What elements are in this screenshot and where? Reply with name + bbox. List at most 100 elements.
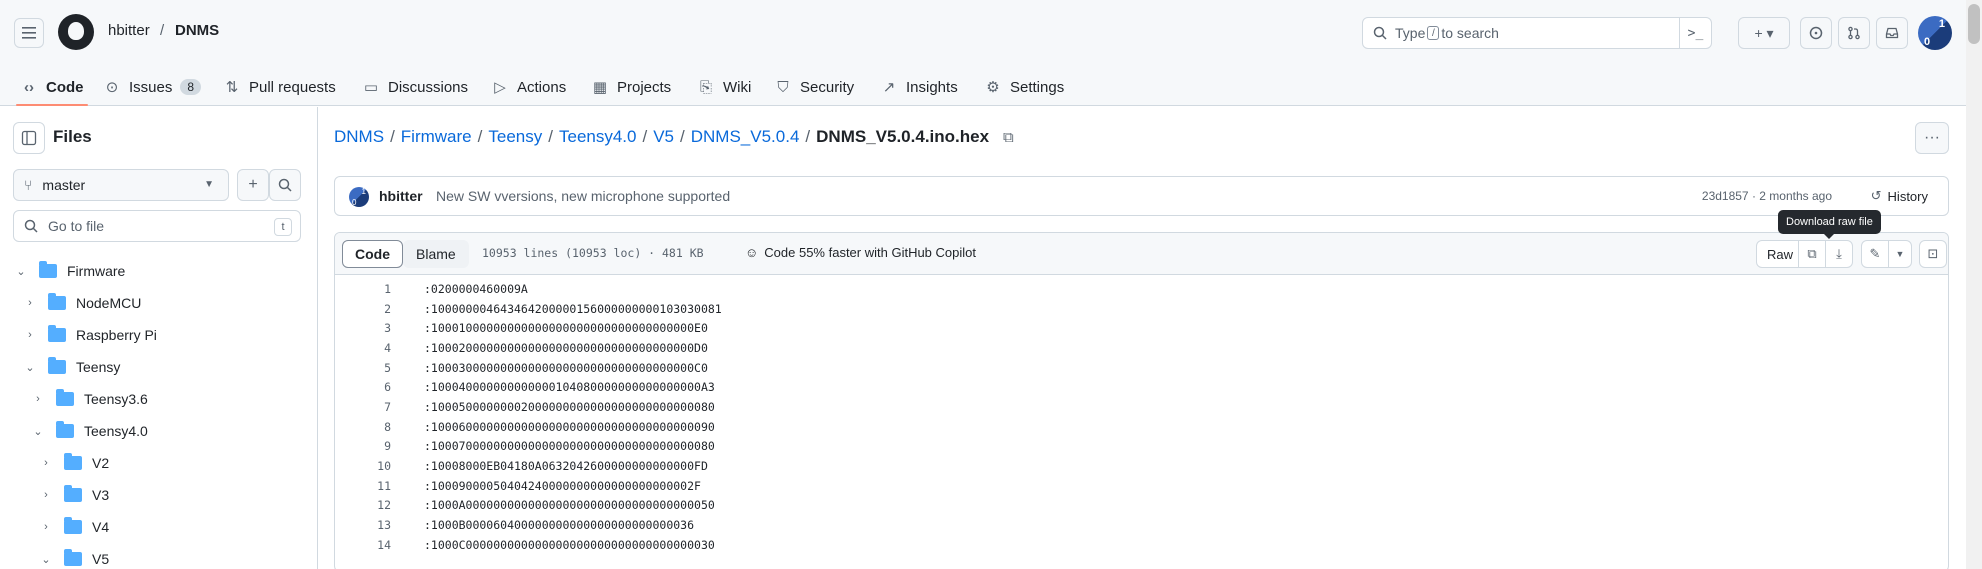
tree-folder-raspberry-pi[interactable]: › Raspberry Pi <box>22 320 157 350</box>
line-number[interactable]: 7 <box>335 400 391 414</box>
breadcrumb-link[interactable]: Teensy4.0 <box>559 127 637 147</box>
line-content: :1000B000060400000000000000000000000036 <box>424 518 695 533</box>
tab-security[interactable]: ⛉ Security <box>774 68 854 106</box>
commit-sha-and-date[interactable]: 23d1857 · 2 months ago <box>1702 189 1832 203</box>
commit-author-avatar[interactable]: 1 0 <box>349 187 369 207</box>
breadcrumb-link[interactable]: DNMS_V5.0.4 <box>691 127 800 147</box>
go-to-file-input[interactable]: Go to file t <box>13 210 301 242</box>
code-line: 6:10004000000000000010408000000000000000… <box>335 377 1948 397</box>
line-number[interactable]: 12 <box>335 498 391 512</box>
line-number[interactable]: 5 <box>335 361 391 375</box>
menu-button[interactable] <box>14 18 44 48</box>
edit-options-button[interactable]: ▼ <box>1888 240 1912 268</box>
folder-icon <box>64 453 82 470</box>
tab-settings-label: Settings <box>1010 78 1065 96</box>
kebab-horizontal-icon: ··· <box>1924 129 1940 146</box>
scrollbar-thumb[interactable] <box>1968 4 1980 44</box>
line-number[interactable]: 6 <box>335 380 391 394</box>
search-icon <box>1373 26 1387 40</box>
tree-folder-teensy40[interactable]: ⌄ Teensy4.0 <box>30 416 148 446</box>
tab-wiki[interactable]: ⎘ Wiki <box>697 68 751 106</box>
code-line: 7:10005000000002000000000000000000000000… <box>335 397 1948 417</box>
line-number[interactable]: 13 <box>335 518 391 532</box>
line-number[interactable]: 3 <box>335 321 391 335</box>
tab-code[interactable]: ‹› Code <box>16 68 87 106</box>
book-icon: ⎘ <box>699 78 712 96</box>
breadcrumb-separator: / <box>477 127 483 146</box>
code-view-button[interactable]: Code <box>342 240 403 268</box>
avatar-label-bottom: 0 <box>1924 36 1931 48</box>
line-content: :0200000460009A <box>424 281 528 296</box>
tree-folder-nodemcu[interactable]: › NodeMCU <box>22 288 141 318</box>
page-scrollbar[interactable] <box>1966 0 1982 569</box>
code-lines: 1:0200000460009A 2:100000004643464200000… <box>335 279 1948 555</box>
folder-icon <box>48 357 66 374</box>
file-view: DNMS / Firmware / Teensy / Teensy4.0 / V5 / D… <box>319 107 1982 569</box>
line-content: :10003000000000000000000000000000000000C… <box>424 360 708 375</box>
copy-raw-button[interactable]: ⧉ <box>1798 240 1826 268</box>
breadcrumb-link[interactable]: V5 <box>653 127 674 147</box>
download-raw-button[interactable]: ⤓ <box>1825 240 1853 268</box>
line-content: :1000A0000000000000000000000000000000000… <box>424 498 715 513</box>
tree-folder-teensy36[interactable]: › Teensy3.6 <box>30 384 148 414</box>
issues-button[interactable] <box>1800 17 1832 49</box>
tree-folder-firmware[interactable]: ⌄ Firmware <box>13 256 125 286</box>
line-number[interactable]: 14 <box>335 538 391 552</box>
line-number[interactable]: 10 <box>335 459 391 473</box>
go-to-file-shortcut: t <box>274 218 292 236</box>
commit-message-link[interactable]: New SW vversions, new microphone support… <box>436 188 730 204</box>
tree-folder-teensy[interactable]: ⌄ Teensy <box>22 352 120 382</box>
line-number[interactable]: 4 <box>335 341 391 355</box>
commit-author-link[interactable]: hbitter <box>379 188 423 204</box>
more-options-button[interactable]: ··· <box>1915 122 1949 154</box>
tree-folder-v4[interactable]: › V4 <box>38 512 109 542</box>
repo-nav-tabs: ‹› Code ⊙ Issues 8 ⇅ Pull requests ▭ Dis… <box>0 68 1982 106</box>
blame-view-button[interactable]: Blame <box>403 240 469 268</box>
tree-folder-v5[interactable]: ⌄ V5 <box>38 544 109 569</box>
branch-selector[interactable]: ⑂ master ▼ <box>13 169 229 201</box>
tree-item-label: Teensy <box>76 359 121 375</box>
github-logo[interactable] <box>58 14 94 50</box>
create-new-button[interactable]: + ▾ <box>1738 17 1790 49</box>
folder-icon <box>56 389 74 406</box>
line-number[interactable]: 11 <box>335 479 391 493</box>
line-number[interactable]: 1 <box>335 282 391 296</box>
collapse-sidebar-button[interactable] <box>13 122 45 154</box>
copy-path-icon[interactable]: ⧉ <box>1003 129 1014 146</box>
user-avatar[interactable]: 1 0 <box>1918 16 1952 50</box>
tab-insights[interactable]: ↗ Insights <box>880 68 958 106</box>
tree-folder-v2[interactable]: › V2 <box>38 448 109 478</box>
raw-button[interactable]: Raw <box>1756 240 1805 268</box>
edit-file-button[interactable]: ✎ <box>1861 240 1889 268</box>
command-palette-button[interactable]: >_ <box>1679 18 1711 48</box>
tab-issues[interactable]: ⊙ Issues 8 <box>103 68 202 106</box>
breadcrumb-link[interactable]: DNMS <box>334 127 384 147</box>
pull-requests-button[interactable] <box>1838 17 1870 49</box>
repo-name-link[interactable]: DNMS <box>175 22 219 39</box>
line-number[interactable]: 2 <box>335 302 391 316</box>
breadcrumb-link[interactable]: Firmware <box>401 127 472 147</box>
repo-owner-link[interactable]: hbitter <box>108 22 150 39</box>
symbols-panel-button[interactable]: ⊡ <box>1919 240 1947 268</box>
history-button[interactable]: ↺ History <box>1871 188 1928 204</box>
breadcrumb-link[interactable]: Teensy <box>488 127 542 147</box>
line-number[interactable]: 8 <box>335 420 391 434</box>
search-input[interactable]: Type / to search >_ <box>1362 17 1712 49</box>
line-number[interactable]: 9 <box>335 439 391 453</box>
tab-settings[interactable]: ⚙ Settings <box>984 68 1064 106</box>
tree-folder-v3[interactable]: › V3 <box>38 480 109 510</box>
tab-projects[interactable]: ▦ Projects <box>591 68 671 106</box>
code-icon: ‹› <box>24 78 34 96</box>
copilot-icon: ☺ <box>745 245 759 260</box>
code-line: 5 :10003000000000000000000000000000000000… <box>335 358 1948 378</box>
add-file-button[interactable]: + <box>237 169 269 201</box>
inbox-button[interactable] <box>1876 17 1908 49</box>
triangle-down-icon: ▼ <box>1895 249 1905 259</box>
current-file-name: DNMS_V5.0.4.ino.hex <box>816 127 990 146</box>
tree-item-label: Raspberry Pi <box>76 327 157 343</box>
search-files-button[interactable] <box>269 169 301 201</box>
copilot-promo-link[interactable]: ☺ Code 55% faster with GitHub Copilot <box>745 245 976 260</box>
tab-actions[interactable]: ▷ Actions <box>491 68 566 106</box>
tab-pull-requests[interactable]: ⇅ Pull requests <box>223 68 336 106</box>
tab-discussions[interactable]: ▭ Discussions <box>362 68 468 106</box>
